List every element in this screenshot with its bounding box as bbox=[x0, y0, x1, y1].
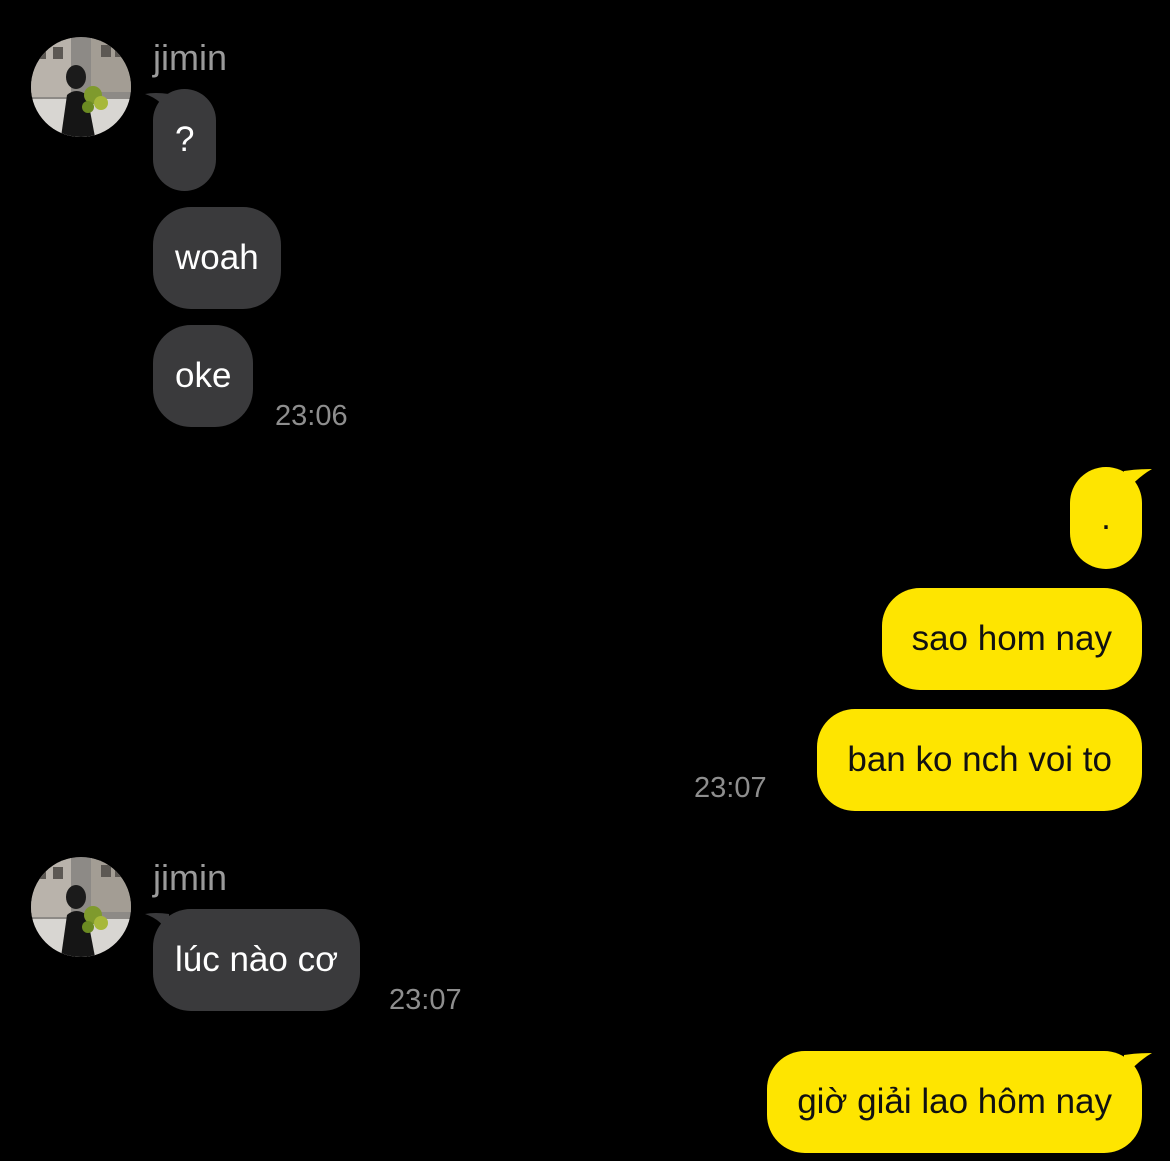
message-bubble[interactable]: ban ko nch voi to bbox=[817, 709, 1142, 811]
message-bubble[interactable]: lúc nào cơ bbox=[153, 909, 361, 1011]
message-timestamp: 23:06 bbox=[275, 400, 348, 432]
message-timestamp: 23:07 bbox=[694, 772, 767, 804]
message-bubble[interactable]: giờ giải lao hôm nay bbox=[767, 1051, 1142, 1153]
message-bubble[interactable]: ? bbox=[153, 89, 217, 191]
sender-name: jimin bbox=[153, 857, 228, 898]
message-bubble[interactable]: oke bbox=[153, 325, 254, 427]
avatar[interactable] bbox=[31, 37, 131, 137]
profile-photo-icon bbox=[31, 857, 131, 957]
sender-name: jimin bbox=[153, 37, 228, 78]
message-bubble[interactable]: sao hom nay bbox=[881, 588, 1142, 690]
avatar[interactable] bbox=[31, 857, 131, 957]
message-timestamp: 23:07 bbox=[389, 984, 462, 1016]
message-bubble[interactable]: . bbox=[1070, 467, 1142, 569]
profile-photo-icon bbox=[31, 37, 131, 137]
message-bubble[interactable]: woah bbox=[153, 207, 281, 309]
